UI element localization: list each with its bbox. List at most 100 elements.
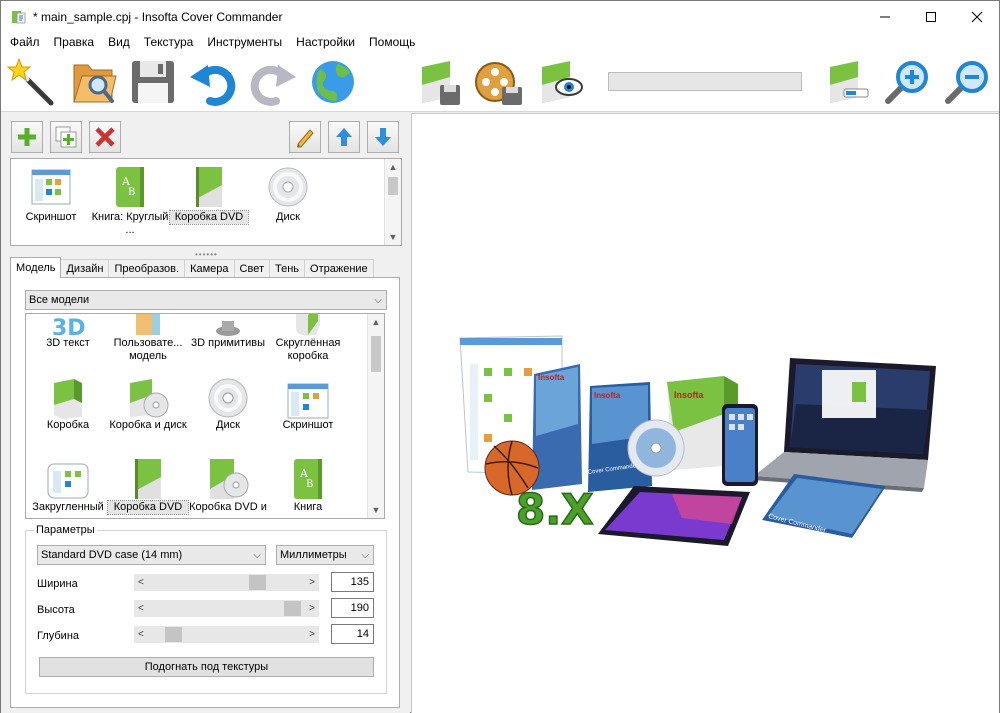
list-item[interactable]: Скриншот xyxy=(268,371,348,432)
model-label: 3D примитивы xyxy=(191,337,265,349)
list-item[interactable]: Диск xyxy=(249,163,327,224)
slider-thumb[interactable] xyxy=(248,575,266,590)
tablet-render xyxy=(598,486,750,546)
list-item[interactable]: Коробка и диск xyxy=(108,371,188,432)
panel-splitter-grip[interactable]: •••••• xyxy=(195,250,218,259)
model-label: Коробка DVD xyxy=(107,500,189,515)
slider-right-icon[interactable]: > xyxy=(309,574,315,591)
units-select[interactable]: Миллиметры ⌵ xyxy=(276,545,374,565)
save-animation-button[interactable] xyxy=(473,56,525,108)
wizard-button[interactable] xyxy=(6,56,58,108)
model-gallery-scrollbar[interactable]: ▲ ▼ xyxy=(367,314,384,518)
rounded-screenshot-icon xyxy=(47,463,89,499)
open-button[interactable] xyxy=(67,56,119,108)
property-tabs: Модель Дизайн Преобразов. Камера Свет Те… xyxy=(10,257,374,278)
slider-left-icon[interactable]: < xyxy=(138,626,144,643)
list-item[interactable]: Коробка DVD xyxy=(169,163,249,225)
undo-button[interactable] xyxy=(187,56,239,108)
menu-edit[interactable]: Правка xyxy=(47,32,102,52)
maximize-button[interactable] xyxy=(908,1,954,32)
tab-camera[interactable]: Камера xyxy=(184,259,235,278)
list-item[interactable]: Скруглённая коробка xyxy=(268,314,348,363)
menu-tools[interactable]: Инструменты xyxy=(200,32,289,52)
list-item[interactable]: AB Книга: Круглый ... xyxy=(91,163,169,237)
scroll-down-icon[interactable]: ▼ xyxy=(368,502,384,518)
list-item[interactable]: Коробка DVD xyxy=(107,453,189,515)
slider-thumb[interactable] xyxy=(164,627,182,642)
menu-texture[interactable]: Текстура xyxy=(137,32,201,52)
scroll-up-icon[interactable]: ▲ xyxy=(368,314,384,330)
scroll-down-icon[interactable]: ▼ xyxy=(385,229,401,245)
width-slider[interactable]: < > xyxy=(134,574,319,591)
3d-primitives-icon xyxy=(216,321,240,336)
model-label: Диск xyxy=(216,419,240,431)
slider-left-icon[interactable]: < xyxy=(138,600,144,617)
fit-to-textures-button[interactable]: Подогнать под текстуры xyxy=(39,657,374,677)
height-slider[interactable]: < > xyxy=(134,600,319,617)
model-tab-panel: Все модели ⌵ 3D 3D текст Пользовате... м… xyxy=(10,277,400,708)
list-item[interactable]: Диск xyxy=(188,371,268,432)
list-item[interactable]: Пользовате... модель xyxy=(108,314,188,363)
list-item[interactable]: Коробка xyxy=(28,371,108,432)
depth-input[interactable]: 14 xyxy=(331,624,374,644)
height-input[interactable]: 190 xyxy=(331,598,374,618)
preset-select[interactable]: Standard DVD case (14 mm) ⌵ xyxy=(37,545,266,565)
parameters-group: Параметры Standard DVD case (14 mm) ⌵ Ми… xyxy=(25,524,387,694)
width-input[interactable]: 135 xyxy=(331,572,374,592)
scroll-thumb[interactable] xyxy=(388,177,398,195)
tab-model[interactable]: Модель xyxy=(10,257,62,278)
list-item[interactable]: AB Книга xyxy=(268,453,348,514)
model-label: Скриншот xyxy=(282,419,334,431)
tab-light[interactable]: Свет xyxy=(233,259,270,278)
duplicate-object-button[interactable] xyxy=(50,121,82,153)
menu-help[interactable]: Помощь xyxy=(362,32,422,52)
list-item[interactable]: Коробка DVD и xyxy=(188,453,268,514)
scroll-thumb[interactable] xyxy=(371,336,381,372)
preview-button[interactable] xyxy=(533,56,585,108)
add-object-button[interactable] xyxy=(11,121,43,153)
menu-settings[interactable]: Настройки xyxy=(289,32,362,52)
slider-thumb[interactable] xyxy=(283,601,301,616)
move-down-button[interactable] xyxy=(367,121,399,153)
zoom-out-button[interactable] xyxy=(941,56,993,108)
tab-reflection[interactable]: Отражение xyxy=(304,259,374,278)
redo-button[interactable] xyxy=(247,56,299,108)
film-reel-icon xyxy=(475,62,522,105)
dvd-box-thumbnail-icon xyxy=(196,167,222,207)
preview-canvas[interactable]: Insofta Insofta Insofta Cover Commander … xyxy=(411,113,999,713)
app-window: * main_sample.cpj - Insofta Cover Comman… xyxy=(0,0,1000,713)
scroll-up-icon[interactable]: ▲ xyxy=(385,159,401,175)
window-title: * main_sample.cpj - Insofta Cover Comman… xyxy=(33,9,283,24)
slider-right-icon[interactable]: > xyxy=(309,626,315,643)
model-label: Закругленный xyxy=(32,501,104,513)
save-image-button[interactable] xyxy=(413,56,465,108)
tab-shadow[interactable]: Тень xyxy=(269,259,306,278)
model-filter-select[interactable]: Все модели ⌵ xyxy=(25,290,387,310)
list-item[interactable]: 3D примитивы xyxy=(188,314,268,350)
web-button[interactable] xyxy=(307,56,359,108)
delete-object-button[interactable] xyxy=(89,121,121,153)
close-button[interactable] xyxy=(954,1,1000,32)
model-label: Скруглённая коробка xyxy=(275,337,341,362)
fit-view-button[interactable] xyxy=(821,56,873,108)
menu-file[interactable]: Файл xyxy=(3,32,47,52)
save-button[interactable] xyxy=(127,56,179,108)
slider-right-icon[interactable]: > xyxy=(309,600,315,617)
list-item[interactable]: Скриншот xyxy=(12,163,90,224)
zoom-in-button[interactable] xyxy=(881,56,933,108)
minimize-button[interactable] xyxy=(862,1,908,32)
slider-left-icon[interactable]: < xyxy=(138,574,144,591)
menu-view[interactable]: Вид xyxy=(101,32,137,52)
object-label: Скриншот xyxy=(25,211,77,223)
undo-icon xyxy=(190,65,236,106)
move-up-button[interactable] xyxy=(328,121,360,153)
redo-icon xyxy=(250,65,296,106)
custom-model-icon xyxy=(136,314,160,335)
rename-object-button[interactable] xyxy=(289,121,321,153)
list-item[interactable]: 3D 3D текст xyxy=(28,314,108,350)
list-item[interactable]: Закругленный xyxy=(28,453,108,514)
tab-design[interactable]: Дизайн xyxy=(60,259,110,278)
object-list-scrollbar[interactable]: ▲ ▼ xyxy=(384,159,401,245)
depth-slider[interactable]: < > xyxy=(134,626,319,643)
tab-transform[interactable]: Преобразов. xyxy=(108,259,186,278)
